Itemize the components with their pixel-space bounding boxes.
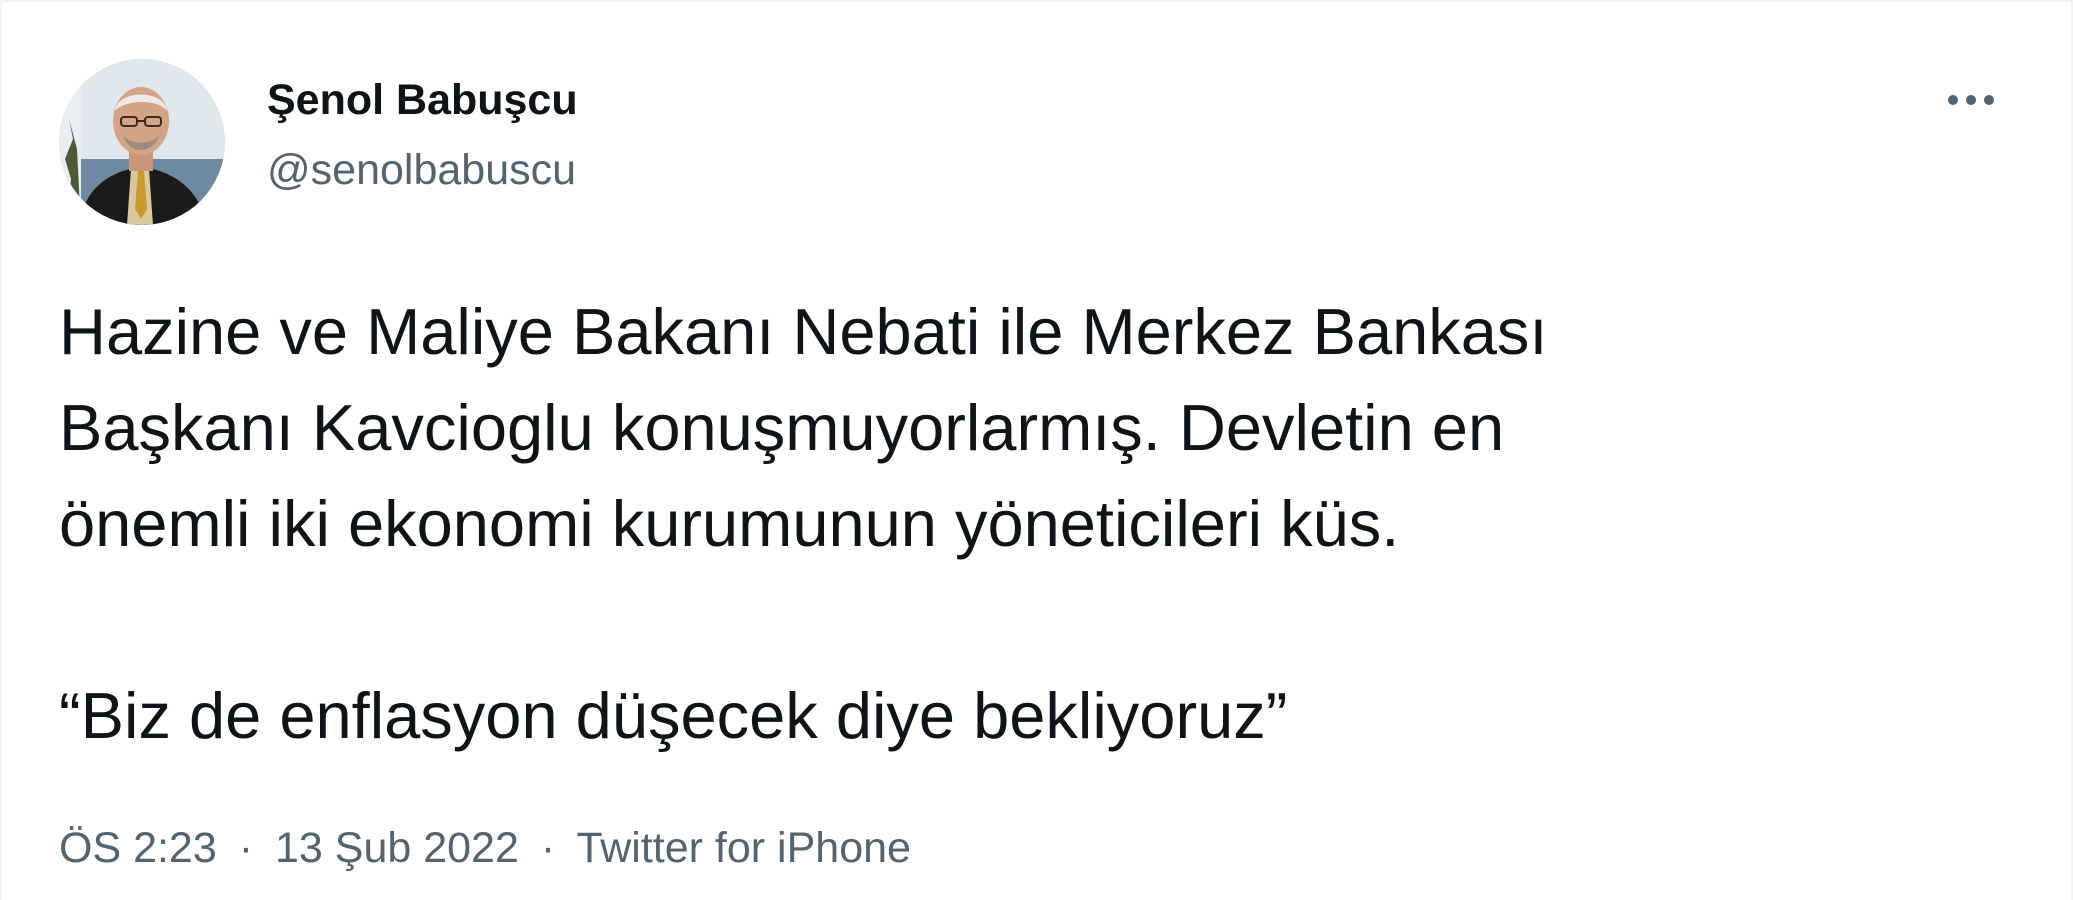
more-options-button[interactable] <box>1941 80 2001 120</box>
tweet-source-link[interactable]: Twitter for iPhone <box>576 824 911 872</box>
avatar[interactable] <box>59 59 225 225</box>
meta-separator: · <box>540 824 556 872</box>
author-block: Şenol Babuşcu @senolbabuscu <box>267 74 578 196</box>
tweet-quote: “Biz de enflasyon düşecek diye bekliyoru… <box>59 679 1288 752</box>
tweet-body: Hazine ve Maliye Bakanı Nebati ile Merke… <box>59 295 1548 560</box>
tweet-time-link[interactable]: ÖS 2:23 · 13 Şub 2022 <box>59 824 531 872</box>
tweet-time: ÖS 2:23 <box>59 824 217 872</box>
tweet-meta: ÖS 2:23 · 13 Şub 2022 · Twitter for iPho… <box>59 820 911 876</box>
meta-separator: · <box>238 824 254 872</box>
avatar-image <box>59 59 225 225</box>
tweet-date: 13 Şub 2022 <box>275 824 519 872</box>
more-horizontal-icon <box>1948 95 1994 105</box>
display-name[interactable]: Şenol Babuşcu <box>267 74 578 126</box>
user-handle[interactable]: @senolbabuscu <box>267 144 578 196</box>
tweet-card: Şenol Babuşcu @senolbabuscu Hazine ve Ma… <box>0 0 2073 900</box>
